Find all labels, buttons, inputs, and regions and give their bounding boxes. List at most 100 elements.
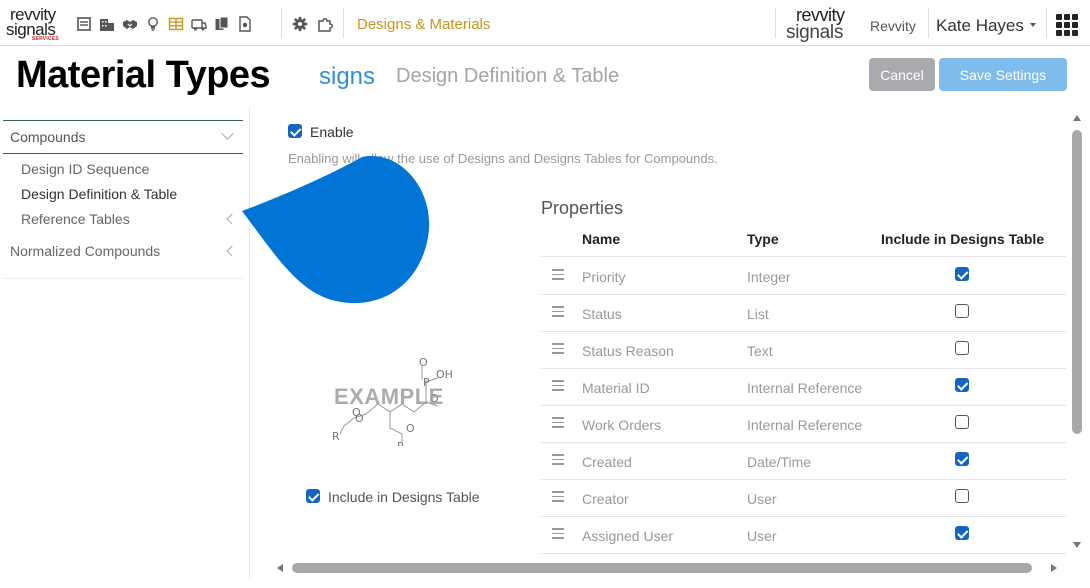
chevron-down-icon[interactable]	[1030, 23, 1036, 27]
scroll-down-icon[interactable]	[1073, 542, 1081, 548]
drag-handle-icon[interactable]	[552, 269, 564, 280]
atom-oh: OH	[436, 368, 453, 381]
drag-handle-icon[interactable]	[552, 380, 564, 391]
include-checkbox[interactable]	[955, 452, 969, 466]
scroll-right-icon[interactable]	[1051, 564, 1057, 572]
sidebar-item-reference-tables[interactable]: Reference Tables	[21, 211, 130, 227]
sidebar-item-design-definition-table[interactable]: Design Definition & Table	[21, 186, 177, 202]
sidebar-section-compounds[interactable]: Compounds	[3, 120, 243, 154]
include-checkbox[interactable]	[955, 489, 969, 503]
tenant-name: Revvity	[870, 18, 916, 34]
scrollbar-thumb[interactable]	[292, 563, 1032, 573]
example-watermark: EXAMPLE	[334, 384, 444, 409]
sidebar-section-normalized-compounds[interactable]: Normalized Compounds	[10, 243, 160, 259]
annotation-pointer-shape	[242, 156, 430, 304]
table-divider	[541, 553, 1066, 554]
top-bar: revvity signals SERVICES Designs & Mater…	[0, 0, 1090, 46]
property-type: Internal Reference	[747, 417, 863, 433]
atom-r: R	[397, 440, 405, 446]
enable-label: Enable	[310, 124, 354, 140]
atom-r: R	[332, 430, 340, 443]
gear-icon[interactable]	[290, 14, 309, 34]
toolbar-divider	[928, 8, 929, 38]
sidebar-item-design-id-sequence[interactable]: Design ID Sequence	[21, 161, 149, 177]
sidebar-section-label: Compounds	[10, 129, 86, 145]
table-row: Status List	[541, 294, 1066, 331]
toolbar-divider	[281, 8, 282, 38]
apps-grid-icon[interactable]	[1056, 14, 1078, 36]
sidebar: Compounds Design ID Sequence Design Defi…	[0, 108, 250, 580]
user-menu[interactable]: Kate Hayes	[936, 16, 1024, 36]
property-type: Date/Time	[747, 454, 812, 470]
toolbar-divider	[343, 8, 344, 38]
column-header-name: Name	[582, 231, 621, 247]
table-row: Assigned User User	[541, 516, 1066, 553]
table-row: Created Date/Time	[541, 442, 1066, 479]
column-header-type: Type	[747, 231, 779, 247]
sidebar-divider	[3, 278, 243, 279]
include-checkbox[interactable]	[955, 267, 969, 281]
drag-handle-icon[interactable]	[552, 491, 564, 502]
chevron-left-icon[interactable]	[226, 213, 238, 225]
enable-checkbox[interactable]	[288, 124, 302, 138]
property-type: User	[747, 491, 777, 507]
include-checkbox[interactable]	[955, 526, 969, 540]
drag-handle-icon[interactable]	[552, 306, 564, 317]
properties-title: Properties	[541, 198, 624, 218]
truck-icon[interactable]	[189, 14, 208, 34]
page-title: signs	[319, 63, 376, 90]
revvity-signals-logo[interactable]: revvity signals SERVICES	[6, 6, 62, 42]
property-name: Assigned User	[582, 528, 674, 544]
table-icon[interactable]	[166, 14, 185, 34]
breadcrumb[interactable]: Designs & Materials	[357, 16, 490, 33]
include-checkbox[interactable]	[955, 304, 969, 318]
lightbulb-icon[interactable]	[143, 14, 162, 34]
revvity-signals-brand: revvity signals	[786, 6, 858, 42]
drag-handle-icon[interactable]	[552, 454, 564, 465]
brand-line-2: signals	[786, 22, 844, 43]
property-name: Status	[582, 306, 622, 322]
cancel-button[interactable]: Cancel	[869, 58, 935, 91]
app-icon-strip	[74, 13, 258, 35]
include-checkbox[interactable]	[955, 415, 969, 429]
table-row: Material ID Internal Reference	[541, 368, 1066, 405]
scrollbar-thumb[interactable]	[1072, 130, 1082, 434]
drag-handle-icon[interactable]	[552, 528, 564, 539]
include-in-designs-table-checkbox[interactable]	[306, 489, 320, 503]
include-checkbox[interactable]	[955, 341, 969, 355]
atom-o: O	[355, 412, 364, 425]
column-header-include: Include in Designs Table	[881, 231, 1045, 247]
property-type: User	[747, 528, 777, 544]
frame-bottom	[0, 578, 1090, 588]
property-name: Priority	[582, 269, 626, 285]
table-row: Creator User	[541, 479, 1066, 516]
property-type: Text	[747, 343, 773, 359]
include-in-designs-table-label: Include in Designs Table	[328, 489, 480, 505]
property-name: Creator	[582, 491, 629, 507]
table-row: Work Orders Internal Reference	[541, 405, 1066, 442]
copy-icon[interactable]	[212, 14, 231, 34]
toolbar-divider	[1046, 8, 1047, 38]
property-name: Material ID	[582, 380, 650, 396]
save-settings-button[interactable]: Save Settings	[939, 58, 1067, 91]
include-checkbox[interactable]	[955, 378, 969, 392]
chevron-left-icon[interactable]	[226, 245, 238, 257]
notebook-icon[interactable]	[74, 14, 93, 34]
atom-o: O	[419, 356, 428, 369]
handshake-icon[interactable]	[120, 14, 139, 34]
document-icon[interactable]	[235, 14, 254, 34]
scroll-up-icon[interactable]	[1073, 115, 1081, 121]
drag-handle-icon[interactable]	[552, 417, 564, 428]
property-type: Internal Reference	[747, 380, 863, 396]
toolbar-divider	[775, 8, 776, 38]
property-name: Created	[582, 454, 632, 470]
vertical-scrollbar[interactable]	[1068, 112, 1086, 552]
puzzle-icon[interactable]	[315, 14, 334, 34]
chevron-down-icon[interactable]	[221, 127, 234, 140]
property-type: List	[747, 306, 769, 322]
logo-line-3: SERVICES	[32, 36, 59, 42]
scroll-left-icon[interactable]	[277, 564, 283, 572]
horizontal-scrollbar[interactable]	[270, 560, 1066, 576]
buildings-icon[interactable]	[97, 14, 116, 34]
drag-handle-icon[interactable]	[552, 343, 564, 354]
